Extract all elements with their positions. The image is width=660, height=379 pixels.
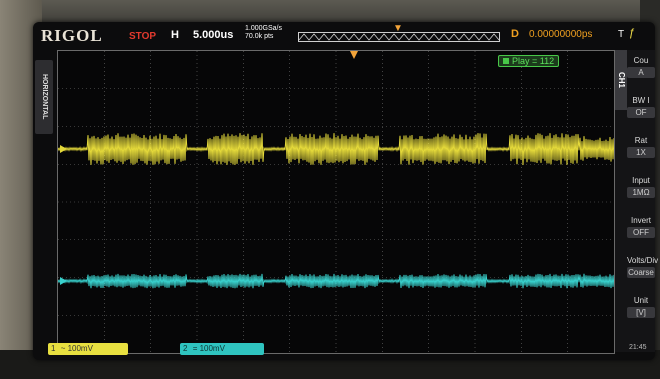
- acquisition-info: 1.000GSa/s 70.0k pts: [245, 25, 282, 41]
- menu-input-impedance[interactable]: Input 1MΩ: [627, 176, 655, 198]
- channel2-trace: [58, 273, 614, 289]
- menu-item-value: [V]: [627, 307, 655, 318]
- system-clock: 21:45: [629, 344, 647, 351]
- channel2-badge[interactable]: 2 = 100mV: [180, 343, 264, 355]
- sample-rate: 1.000GSa/s: [245, 25, 282, 32]
- menu-item-label: Invert: [630, 216, 651, 225]
- delay-value[interactable]: 0.00000000ps: [529, 29, 592, 40]
- menu-item-label: Volts/Div: [627, 256, 659, 265]
- trigger-edge-icon: ƒ: [629, 27, 636, 39]
- oscilloscope-screen: RIGOL STOP H 5.000us 1.000GSa/s 70.0k pt…: [33, 22, 659, 360]
- brand-logo: RIGOL: [41, 26, 103, 45]
- menu-unit[interactable]: Unit [V]: [627, 296, 655, 318]
- menu-probe-ratio[interactable]: Rat 1X: [627, 136, 655, 158]
- timebase-value[interactable]: 5.000us: [193, 29, 233, 41]
- trigger-position-marker[interactable]: [350, 51, 358, 59]
- play-counter-label: Play = 112: [512, 56, 555, 66]
- channel2-ground-marker[interactable]: [60, 277, 67, 285]
- trigger-label: T: [618, 29, 625, 40]
- menu-item-value: OF: [627, 107, 655, 118]
- memory-waveform-icon: [299, 33, 499, 41]
- channel-menu: CH1 Cou A BW I OF Rat 1X Input 1MΩ Inver…: [615, 50, 659, 352]
- menu-item-value: 1X: [627, 147, 655, 158]
- play-indicator-icon: [503, 58, 509, 64]
- menu-item-label: Unit: [633, 296, 649, 305]
- channel1-badge[interactable]: 1 ~ 100mV: [48, 343, 128, 355]
- menu-item-value: 1MΩ: [627, 187, 655, 198]
- menu-bw-limit[interactable]: BW I OF: [627, 96, 655, 118]
- play-counter: Play = 112: [498, 55, 560, 67]
- channel1-ground-marker[interactable]: [60, 145, 67, 153]
- trigger-position-icon: ▼: [393, 23, 403, 34]
- menu-item-label: Input: [632, 176, 650, 185]
- horizontal-side-tab[interactable]: HORIZONTAL: [35, 60, 53, 134]
- channel1-index: 1: [51, 344, 56, 353]
- channel2-scale: = 100mV: [192, 344, 225, 353]
- menu-channel-title: CH1: [615, 50, 627, 110]
- menu-item-label: BW I: [632, 96, 650, 105]
- waveform-grid: [58, 51, 614, 353]
- horizontal-label: H: [171, 29, 179, 41]
- delay-label: D: [511, 28, 519, 40]
- channel1-trace: [58, 133, 614, 166]
- channel2-index: 2: [183, 344, 188, 353]
- menu-item-label: Rat: [634, 136, 648, 145]
- menu-coupling[interactable]: Cou A: [627, 56, 655, 78]
- menu-item-value: A: [627, 67, 655, 78]
- menu-invert[interactable]: Invert OFF: [627, 216, 655, 238]
- memory-depth: 70.0k pts: [245, 33, 274, 40]
- menu-item-value: Coarse: [627, 267, 655, 278]
- channel1-scale: ~ 100mV: [60, 344, 93, 353]
- run-state-indicator[interactable]: STOP: [129, 31, 156, 42]
- menu-item-label: Cou: [633, 56, 649, 65]
- status-bar: RIGOL STOP H 5.000us 1.000GSa/s 70.0k pt…: [33, 22, 655, 48]
- menu-item-value: OFF: [627, 227, 655, 238]
- menu-volts-div[interactable]: Volts/Div Coarse: [627, 256, 659, 278]
- waveform-display[interactable]: Play = 112: [57, 50, 615, 354]
